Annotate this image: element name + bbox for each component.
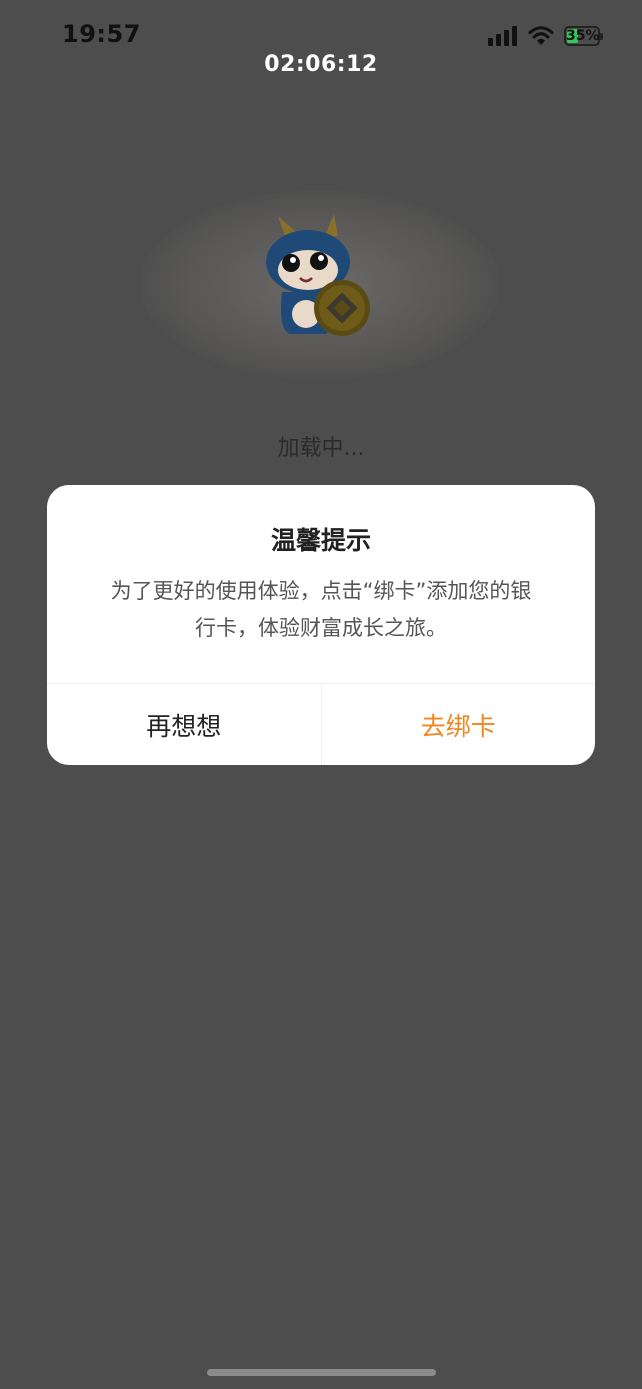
bind-card-button[interactable]: 去绑卡 [322, 684, 596, 765]
status-icons: 35% [488, 24, 603, 48]
dialog-message-line-1: 为了更好的使用体验，点击“绑卡”添加您的银 [110, 579, 532, 603]
loading-area: 加载中... [0, 180, 642, 480]
status-time: 19:57 [62, 20, 141, 48]
loading-text: 加载中... [277, 436, 365, 461]
battery-icon: 35% [564, 26, 603, 46]
overlay-timer: 02:06:12 [264, 52, 378, 77]
dialog-message: 为了更好的使用体验，点击“绑卡”添加您的银 行卡，体验财富成长之旅。 [73, 573, 569, 647]
home-indicator[interactable] [207, 1369, 436, 1376]
wifi-icon [528, 26, 554, 45]
bind-card-dialog: 温馨提示 为了更好的使用体验，点击“绑卡”添加您的银 行卡，体验财富成长之旅。 … [47, 485, 595, 765]
dragon-mascot-icon [266, 214, 370, 336]
think-again-button[interactable]: 再想想 [47, 684, 322, 765]
battery-percent: 35% [566, 28, 600, 44]
dialog-title: 温馨提示 [270, 526, 371, 555]
dialog-message-line-2: 行卡，体验财富成长之旅。 [195, 616, 447, 640]
dialog-actions: 再想想 去绑卡 [47, 683, 595, 765]
signal-icon [488, 26, 517, 46]
